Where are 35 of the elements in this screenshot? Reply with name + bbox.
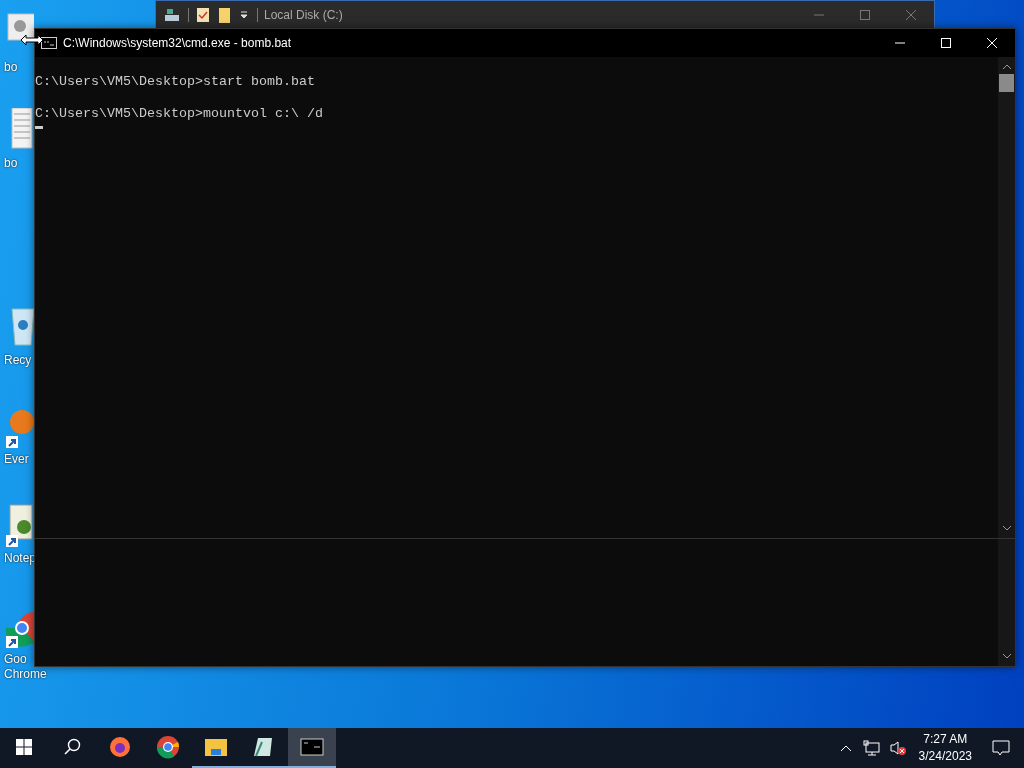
console-icon — [300, 735, 324, 759]
maximize-icon — [860, 10, 870, 20]
chrome-icon — [156, 735, 180, 759]
scroll-down-icon[interactable] — [1001, 525, 1012, 531]
scrollbar-thumb[interactable] — [999, 74, 1014, 92]
desktop-icon-label[interactable]: Goo — [4, 652, 27, 667]
scroll-down-icon[interactable] — [1001, 653, 1012, 659]
window-title: Local Disk (C:) — [264, 8, 343, 22]
search-icon — [63, 738, 81, 756]
maximize-icon — [941, 38, 951, 48]
fox-browser-icon — [108, 735, 132, 759]
checklist-icon[interactable] — [195, 7, 211, 23]
console-line: C:\Users\VM5\Desktop>start bomb.bat — [35, 74, 316, 90]
folder-icon[interactable] — [217, 7, 233, 23]
desktop-icon-label[interactable]: Recy — [4, 353, 32, 368]
desktop-icon-label[interactable]: Ever — [4, 452, 29, 467]
desktop-icon-label[interactable]: Chrome — [4, 667, 47, 682]
muted-speaker-icon[interactable] — [888, 740, 907, 756]
desktop-icon-label[interactable]: bo — [4, 156, 18, 171]
notification-icon[interactable] — [992, 739, 1010, 757]
chevron-up-icon[interactable] — [839, 743, 852, 753]
clock[interactable]: 7:27 AM 3/24/2023 — [910, 731, 980, 765]
console-icon — [41, 37, 57, 49]
text-cursor — [35, 126, 43, 129]
windows-logo-icon — [16, 739, 32, 755]
console-button[interactable] — [288, 728, 336, 768]
caret-icon[interactable] — [239, 10, 249, 20]
close-icon — [906, 10, 916, 20]
scroll-up-icon[interactable] — [1001, 64, 1012, 70]
network-icon[interactable] — [862, 740, 881, 756]
window-title: C:\Windows\system32\cmd.exe - bomb.bat — [63, 36, 292, 50]
desktop-icon-label[interactable]: bo — [4, 60, 18, 75]
console-line: C:\Users\VM5\Desktop>mountvol c:\ /d — [35, 106, 324, 122]
drive-icon[interactable] — [164, 7, 180, 23]
close-icon — [987, 38, 997, 48]
